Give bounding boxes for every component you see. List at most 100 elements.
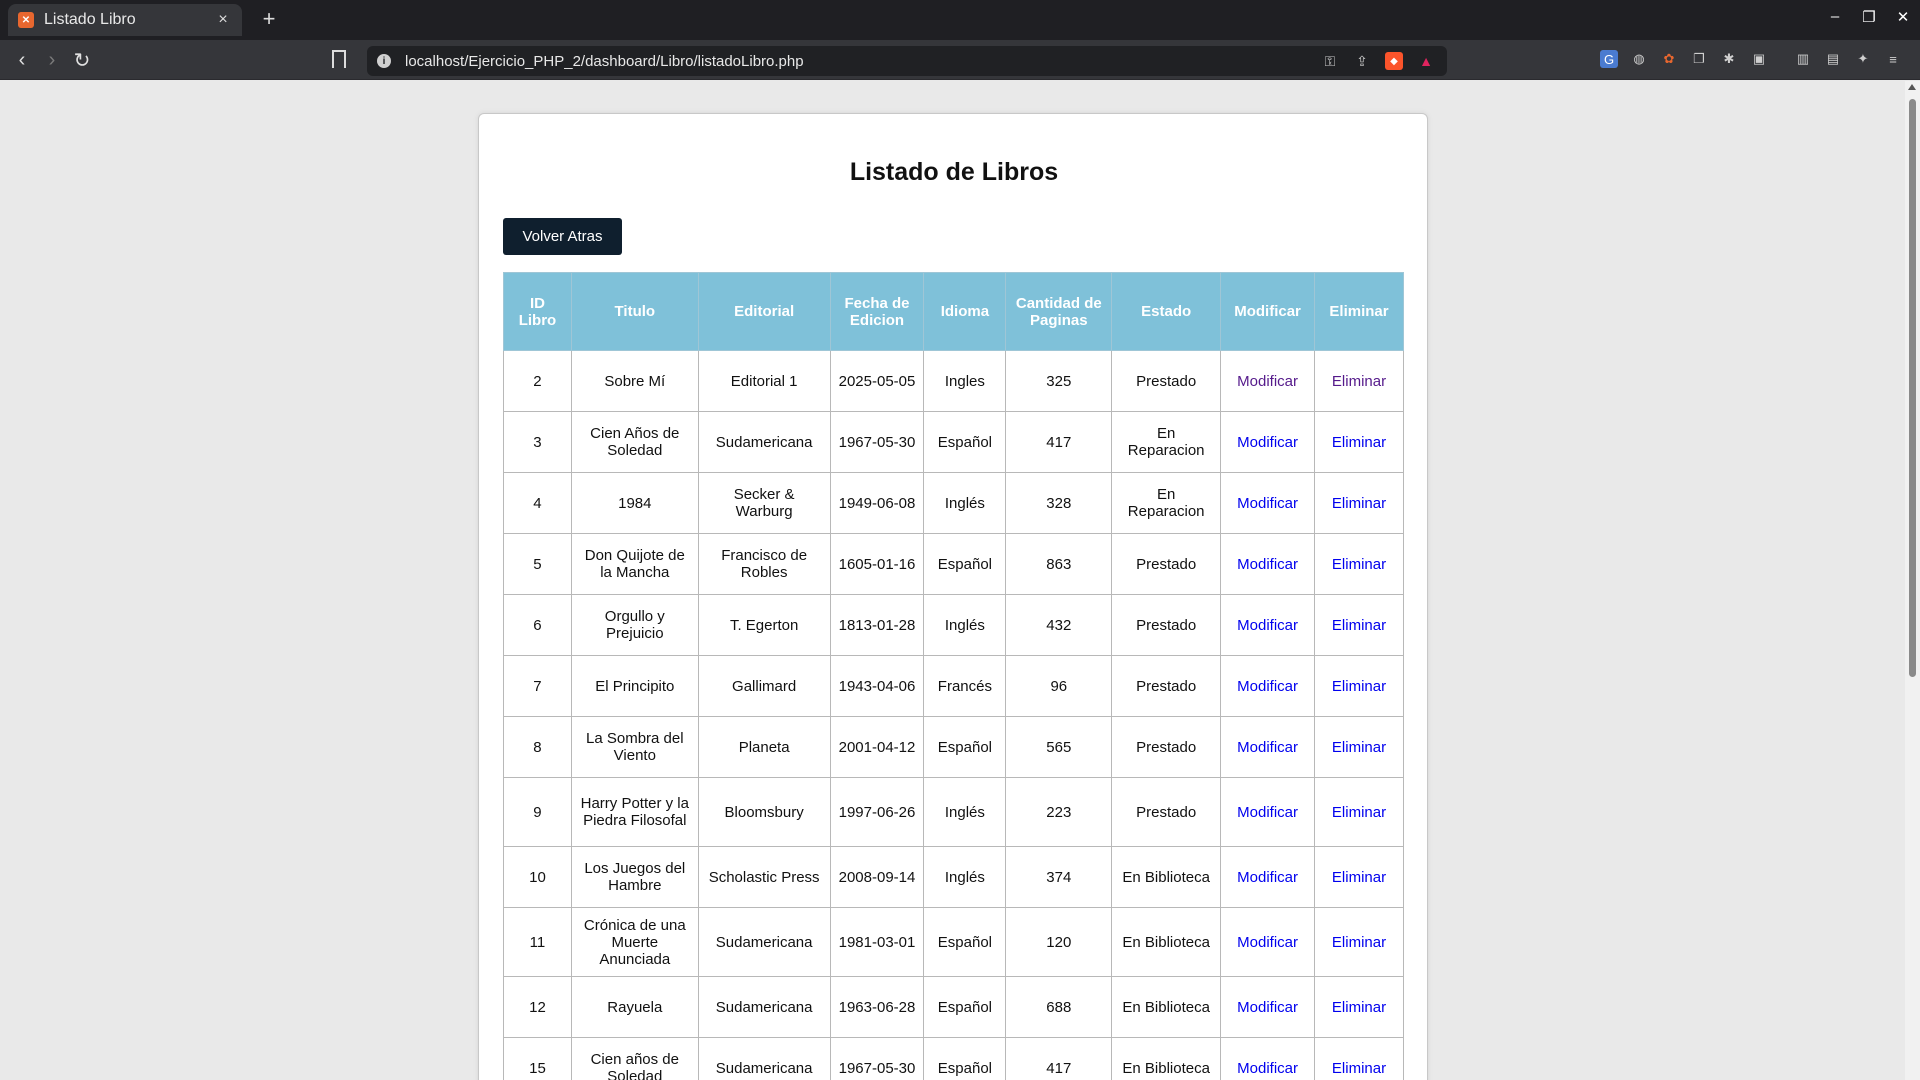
delete-link[interactable]: Eliminar <box>1332 434 1386 451</box>
brave-shields-icon[interactable]: ◆ <box>1385 52 1403 70</box>
restore-icon[interactable]: ❐ <box>1862 8 1876 26</box>
translate-extension-icon[interactable]: G <box>1600 50 1618 68</box>
cell-id: 12 <box>503 976 572 1038</box>
delete-link[interactable]: Eliminar <box>1332 556 1386 573</box>
cell-fecha: 1943-04-06 <box>829 655 925 717</box>
modify-link[interactable]: Modificar <box>1237 739 1298 756</box>
modify-cell: Modificar <box>1220 907 1316 977</box>
delete-link[interactable]: Eliminar <box>1332 617 1386 634</box>
extensions-bar: G ◍ ✿ ❐ ✱ ▣ ▥ ▤ ✦ ≡ <box>1600 50 1902 68</box>
puzzle-extensions-icon[interactable]: ✱ <box>1720 50 1738 68</box>
delete-link[interactable]: Eliminar <box>1332 495 1386 512</box>
delete-link[interactable]: Eliminar <box>1332 678 1386 695</box>
delete-cell: Eliminar <box>1314 655 1404 717</box>
fox-extension-icon[interactable]: ✿ <box>1660 50 1678 68</box>
reload-icon[interactable]: ↻ <box>68 46 96 74</box>
cell-titulo: 1984 <box>570 472 699 534</box>
modify-link[interactable]: Modificar <box>1237 373 1298 390</box>
table-row: 5 Don Quijote de la Mancha Francisco de … <box>503 533 1404 595</box>
modify-link[interactable]: Modificar <box>1237 678 1298 695</box>
cell-titulo: Don Quijote de la Mancha <box>570 533 699 595</box>
cell-idioma: Español <box>923 533 1007 595</box>
delete-cell: Eliminar <box>1314 533 1404 595</box>
delete-link[interactable]: Eliminar <box>1332 1060 1386 1077</box>
close-window-icon[interactable]: ✕ <box>1896 8 1910 26</box>
modify-link[interactable]: Modificar <box>1237 1060 1298 1077</box>
cell-id: 5 <box>503 533 572 595</box>
cell-paginas: 328 <box>1005 472 1113 534</box>
cell-paginas: 96 <box>1005 655 1113 717</box>
cell-fecha: 2001-04-12 <box>829 716 925 778</box>
cell-fecha: 1605-01-16 <box>829 533 925 595</box>
scroll-thumb[interactable] <box>1909 99 1916 677</box>
url-text[interactable]: localhost/Ejercicio_PHP_2/dashboard/Libr… <box>405 53 1321 70</box>
cell-estado: Prestado <box>1111 350 1222 412</box>
cell-editorial: Scholastic Press <box>697 846 831 908</box>
share-icon[interactable]: ⇪ <box>1353 52 1371 70</box>
cell-paginas: 417 <box>1005 1037 1113 1080</box>
cell-estado: Prestado <box>1111 533 1222 595</box>
delete-link[interactable]: Eliminar <box>1332 804 1386 821</box>
modify-link[interactable]: Modificar <box>1237 804 1298 821</box>
brave-rewards-icon[interactable]: ▲ <box>1417 52 1435 70</box>
menu-icon[interactable]: ≡ <box>1884 50 1902 68</box>
tab-close-icon[interactable]: × <box>214 11 232 29</box>
table-row: 4 1984 Secker & Warburg 1949-06-08 Inglé… <box>503 472 1404 534</box>
table-row: 9 Harry Potter y la Piedra Filosofal Blo… <box>503 777 1404 847</box>
modify-link[interactable]: Modificar <box>1237 999 1298 1016</box>
cell-editorial: T. Egerton <box>697 594 831 656</box>
cell-titulo: Cien Años de Soledad <box>570 411 699 473</box>
modify-link[interactable]: Modificar <box>1237 934 1298 951</box>
forward-arrow-icon[interactable]: › <box>38 46 66 74</box>
modify-link[interactable]: Modificar <box>1237 556 1298 573</box>
cell-paginas: 863 <box>1005 533 1113 595</box>
back-arrow-icon[interactable]: ‹ <box>8 46 36 74</box>
header-titulo: Titulo <box>570 272 699 351</box>
cell-fecha: 2025-05-05 <box>829 350 925 412</box>
new-tab-button[interactable]: + <box>256 6 282 34</box>
scroll-up-icon[interactable] <box>1908 84 1916 90</box>
cell-estado: Prestado <box>1111 655 1222 717</box>
address-bar[interactable]: i localhost/Ejercicio_PHP_2/dashboard/Li… <box>367 46 1447 76</box>
media-icon[interactable]: ▣ <box>1750 50 1768 68</box>
modify-cell: Modificar <box>1220 533 1316 595</box>
table-row: 15 Cien años de Soledad Sudamericana 196… <box>503 1037 1404 1080</box>
tab-bar: ✕ Listado Libro × + – ❐ ✕ <box>0 0 1920 40</box>
cell-paginas: 565 <box>1005 716 1113 778</box>
delete-link[interactable]: Eliminar <box>1332 739 1386 756</box>
back-button[interactable]: Volver Atras <box>503 218 622 255</box>
modify-link[interactable]: Modificar <box>1237 434 1298 451</box>
site-info-icon[interactable]: i <box>377 54 391 68</box>
xampp-favicon-icon: ✕ <box>18 12 34 28</box>
cell-paginas: 432 <box>1005 594 1113 656</box>
modify-link[interactable]: Modificar <box>1237 495 1298 512</box>
delete-link[interactable]: Eliminar <box>1332 373 1386 390</box>
browser-tab[interactable]: ✕ Listado Libro × <box>8 4 242 36</box>
minimize-icon[interactable]: – <box>1828 8 1842 26</box>
cell-estado: En Biblioteca <box>1111 1037 1222 1080</box>
delete-cell: Eliminar <box>1314 907 1404 977</box>
password-key-icon[interactable]: ⚿ <box>1321 52 1339 70</box>
extension-icon[interactable]: ◍ <box>1630 50 1648 68</box>
header-eliminar: Eliminar <box>1314 272 1404 351</box>
copy-extension-icon[interactable]: ❐ <box>1690 50 1708 68</box>
wallet-icon[interactable]: ▤ <box>1824 50 1842 68</box>
leo-ai-icon[interactable]: ✦ <box>1854 50 1872 68</box>
bookmark-icon[interactable] <box>332 50 346 68</box>
delete-link[interactable]: Eliminar <box>1332 869 1386 886</box>
cell-editorial: Bloomsbury <box>697 777 831 847</box>
page-scrollbar[interactable] <box>1905 81 1920 1080</box>
modify-link[interactable]: Modificar <box>1237 869 1298 886</box>
cell-fecha: 1997-06-26 <box>829 777 925 847</box>
cell-estado: En Biblioteca <box>1111 846 1222 908</box>
cell-id: 9 <box>503 777 572 847</box>
delete-link[interactable]: Eliminar <box>1332 999 1386 1016</box>
delete-link[interactable]: Eliminar <box>1332 934 1386 951</box>
modify-link[interactable]: Modificar <box>1237 617 1298 634</box>
table-row: 8 La Sombra del Viento Planeta 2001-04-1… <box>503 716 1404 778</box>
cell-editorial: Francisco de Robles <box>697 533 831 595</box>
delete-cell: Eliminar <box>1314 472 1404 534</box>
cell-fecha: 1967-05-30 <box>829 1037 925 1080</box>
sidebar-toggle-icon[interactable]: ▥ <box>1794 50 1812 68</box>
delete-cell: Eliminar <box>1314 1037 1404 1080</box>
